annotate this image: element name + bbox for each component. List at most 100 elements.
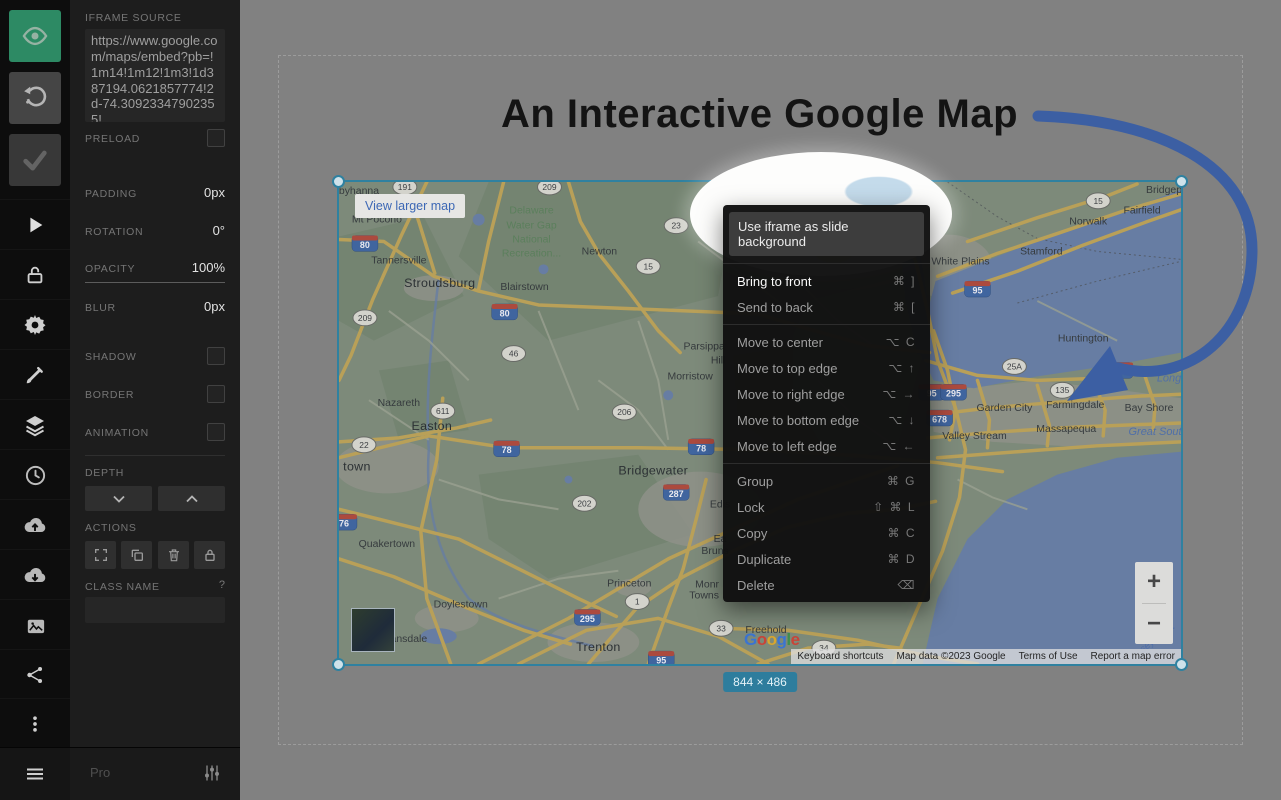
map-label: Doylestown (434, 599, 488, 610)
pro-link[interactable]: Pro (90, 765, 110, 780)
duplicate-button[interactable] (121, 541, 152, 569)
chevron-down-icon (112, 495, 126, 503)
menu-item-move-to-center[interactable]: Move to center ⌥ C (723, 329, 930, 355)
map-label: Quakertown (359, 539, 416, 550)
menu-item-move-to-bottom-edge[interactable]: Move to bottom edge ⌥ ↓ (723, 407, 930, 433)
delete-button[interactable] (158, 541, 189, 569)
blur-label: BLUR (85, 302, 116, 314)
keyboard-shortcuts-link[interactable]: Keyboard shortcuts (797, 651, 883, 662)
menu-item-lock[interactable]: Lock ⇧ ⌘ L (723, 494, 930, 520)
class-name-help[interactable]: ? (219, 579, 225, 591)
slide-title[interactable]: An Interactive Google Map (278, 92, 1241, 137)
shortcut-hint: ⌥ C (886, 335, 916, 349)
shield-number: 191 (398, 182, 412, 192)
share-icon (24, 664, 46, 686)
map-label: Fairfield (1123, 206, 1160, 217)
resize-handle-bottom-left[interactable] (332, 658, 345, 671)
map-label: Morristow (667, 371, 713, 382)
opacity-value[interactable]: 100% (192, 260, 225, 275)
lock-button[interactable] (194, 541, 225, 569)
sidebar-item-share[interactable] (0, 649, 70, 700)
fit-to-slide-button[interactable] (85, 541, 116, 569)
border-checkbox[interactable] (207, 385, 225, 403)
depth-up-button[interactable] (158, 486, 225, 511)
sidebar-item-media[interactable] (0, 599, 70, 650)
shield-number: 33 (716, 623, 726, 633)
cloud-download-icon (22, 562, 48, 588)
resize-handle-bottom-right[interactable] (1175, 658, 1188, 671)
shield-number: 76 (339, 519, 349, 529)
sidebar-item-style[interactable] (0, 349, 70, 400)
menu-item-move-to-left-edge[interactable]: Move to left edge ⌥ ← (723, 433, 930, 459)
menu-item-move-to-top-edge[interactable]: Move to top edge ⌥ ↑ (723, 355, 930, 381)
menu-item-move-to-right-edge[interactable]: Move to right edge ⌥ → (723, 381, 930, 407)
iframe-source-input[interactable]: https://www.google.com/maps/embed?pb=!1m… (85, 29, 225, 122)
preload-label: PRELOAD (85, 133, 140, 145)
apply-button[interactable] (9, 134, 61, 186)
menu-item-duplicate[interactable]: Duplicate ⌘ D (723, 546, 930, 572)
undo-button[interactable] (9, 72, 61, 124)
menu-item-group[interactable]: Group ⌘ G (723, 468, 930, 494)
shield-number: 78 (502, 445, 512, 455)
map-label: Bridgep (1146, 185, 1181, 196)
report-error-link[interactable]: Report a map error (1091, 651, 1175, 662)
sidebar-item-layers[interactable] (0, 399, 70, 450)
blur-value[interactable]: 0px (204, 299, 225, 314)
slide-canvas[interactable]: An Interactive Google Map (240, 0, 1281, 800)
shadow-checkbox[interactable] (207, 347, 225, 365)
sliders-icon[interactable] (202, 763, 222, 783)
map-label: Nazareth (378, 398, 421, 409)
opacity-slider[interactable] (85, 282, 225, 283)
shadow-label: SHADOW (85, 351, 136, 363)
google-letter: e (791, 630, 800, 649)
menu-item-send-to-back[interactable]: Send to back ⌘ [ (723, 294, 930, 320)
map-label: Great Sout (1129, 426, 1181, 438)
map-label: National (512, 235, 550, 246)
undo-icon (22, 85, 48, 111)
sidebar-item-present[interactable] (0, 199, 70, 250)
view-larger-map-button[interactable]: View larger map (355, 194, 465, 218)
actions-label: ACTIONS (85, 522, 137, 534)
rotation-value[interactable]: 0° (213, 223, 225, 238)
shield-number: 295 (580, 614, 595, 624)
google-logo[interactable]: Google (744, 630, 800, 650)
shield-number: 495 (1113, 367, 1128, 377)
preview-eye-button[interactable] (9, 10, 61, 62)
gear-icon (23, 313, 47, 337)
zoom-in-button[interactable]: + (1135, 562, 1173, 603)
border-label: BORDER (85, 389, 134, 401)
menu-item-use-iframe-as-background[interactable]: Use iframe as slide background (729, 212, 924, 256)
sidebar-item-settings[interactable] (0, 299, 70, 350)
sidebar-item-history[interactable] (0, 449, 70, 500)
expand-icon (93, 547, 109, 563)
sidebar-item-more[interactable] (0, 698, 70, 749)
sidebar-item-download[interactable] (0, 549, 70, 600)
padding-value[interactable]: 0px (204, 185, 225, 200)
resize-handle-top-left[interactable] (332, 175, 345, 188)
map-label: Princeton (607, 579, 651, 590)
preload-checkbox[interactable] (207, 129, 225, 147)
menu-item-copy[interactable]: Copy ⌘ C (723, 520, 930, 546)
opacity-label: OPACITY (85, 263, 135, 275)
zoom-out-button[interactable]: − (1135, 604, 1173, 645)
animation-checkbox[interactable] (207, 423, 225, 441)
sidebar-item-publish[interactable] (0, 499, 70, 550)
media-library-icon (24, 614, 47, 637)
tool-sidebar (0, 0, 70, 800)
copy-icon (129, 547, 145, 563)
shield-number: 15 (1093, 196, 1103, 206)
padding-label: PADDING (85, 188, 137, 200)
layers-icon (23, 413, 47, 437)
satellite-toggle-thumbnail[interactable] (351, 608, 395, 652)
map-label: Newton (582, 246, 618, 257)
menu-item-bring-to-front[interactable]: Bring to front ⌘ ] (723, 268, 930, 294)
depth-down-button[interactable] (85, 486, 152, 511)
main-menu-button[interactable] (0, 747, 70, 800)
resize-handle-top-right[interactable] (1175, 175, 1188, 188)
class-name-input[interactable] (85, 597, 225, 623)
map-label: Monr (695, 580, 719, 591)
menu-separator (723, 263, 930, 264)
sidebar-item-lock[interactable] (0, 249, 70, 300)
menu-item-delete[interactable]: Delete ⌫ (723, 572, 930, 598)
terms-of-use-link[interactable]: Terms of Use (1019, 651, 1078, 662)
